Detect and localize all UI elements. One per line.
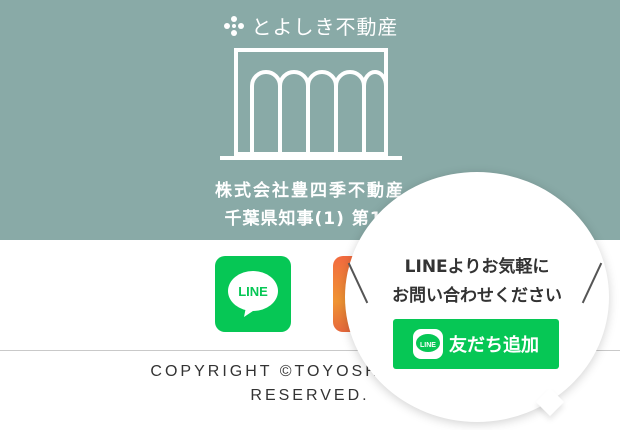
svg-text:LINE: LINE [420,342,436,349]
svg-text:LINE: LINE [238,284,268,299]
flower-logo-icon [223,15,244,36]
add-friend-label: 友だち追加 [449,335,539,356]
brand-name: とよしき不動産 [251,15,399,39]
line-badge-icon: LINE [413,329,443,359]
line-icon: LINE [228,271,278,317]
popup-line2: お問い合わせください [392,286,562,306]
brand-header: とよしき不動産 [0,11,620,40]
add-friend-button[interactable]: LINE 友だち追加 [393,319,559,369]
line-popup-message: LINEよりお気軽に お問い合わせください [345,253,609,311]
building-arches-logo [220,48,402,160]
popup-line1: LINEよりお気軽に [404,257,550,277]
line-app-link[interactable]: LINE [215,256,291,332]
